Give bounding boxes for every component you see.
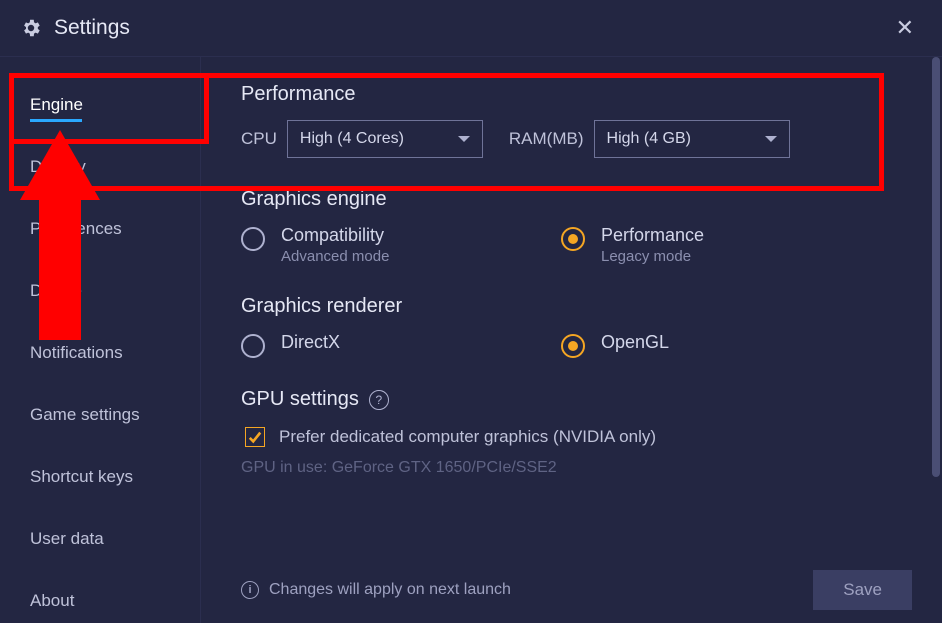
sidebar-item-about[interactable]: About xyxy=(0,581,200,621)
radio-icon xyxy=(561,334,585,358)
radio-label: Performance xyxy=(601,225,704,246)
sidebar-item-user-data[interactable]: User data xyxy=(0,519,200,559)
radio-label: OpenGL xyxy=(601,332,669,353)
sidebar-item-display[interactable]: Display xyxy=(0,147,200,187)
performance-title: Performance xyxy=(241,83,912,106)
help-icon[interactable]: ? xyxy=(369,390,389,410)
close-icon[interactable]: ✕ xyxy=(888,11,922,45)
radio-icon xyxy=(561,227,585,251)
gear-icon xyxy=(20,17,42,39)
active-underline xyxy=(30,119,82,122)
gpu-checkbox-label: Prefer dedicated computer graphics (NVID… xyxy=(279,427,656,447)
ram-select[interactable]: High (4 GB) xyxy=(594,120,790,158)
radio-sublabel: Legacy mode xyxy=(601,248,704,265)
radio-label: Compatibility xyxy=(281,225,389,246)
gpu-in-use: GPU in use: GeForce GTX 1650/PCIe/SSE2 xyxy=(241,459,912,477)
graphics-renderer-title: Graphics renderer xyxy=(241,295,912,318)
ram-value: High (4 GB) xyxy=(607,130,691,148)
window-title: Settings xyxy=(54,16,130,40)
ram-label: RAM(MB) xyxy=(509,129,584,149)
radio-performance[interactable]: Performance Legacy mode xyxy=(561,225,881,265)
radio-icon xyxy=(241,334,265,358)
save-button[interactable]: Save xyxy=(813,570,912,610)
sidebar-item-shortcut-keys[interactable]: Shortcut keys xyxy=(0,457,200,497)
radio-opengl[interactable]: OpenGL xyxy=(561,332,881,358)
radio-compatibility[interactable]: Compatibility Advanced mode xyxy=(241,225,561,265)
sidebar-item-preferences[interactable]: Preferences xyxy=(0,209,200,249)
sidebar-item-game-settings[interactable]: Game settings xyxy=(0,395,200,435)
footer-note: Changes will apply on next launch xyxy=(269,581,511,599)
gpu-checkbox[interactable] xyxy=(245,427,265,447)
scrollbar[interactable] xyxy=(932,57,940,477)
sidebar: Engine Display Preferences Device Notifi… xyxy=(0,57,201,623)
sidebar-item-notifications[interactable]: Notifications xyxy=(0,333,200,373)
radio-label: DirectX xyxy=(281,332,340,353)
cpu-label: CPU xyxy=(241,129,277,149)
titlebar: Settings ✕ xyxy=(0,0,942,57)
cpu-select[interactable]: High (4 Cores) xyxy=(287,120,483,158)
check-icon xyxy=(248,430,262,444)
radio-sublabel: Advanced mode xyxy=(281,248,389,265)
radio-icon xyxy=(241,227,265,251)
sidebar-item-device[interactable]: Device xyxy=(0,271,200,311)
main-panel: Performance CPU High (4 Cores) RAM(MB) H… xyxy=(201,57,942,623)
cpu-value: High (4 Cores) xyxy=(300,130,404,148)
radio-directx[interactable]: DirectX xyxy=(241,332,561,358)
graphics-engine-title: Graphics engine xyxy=(241,188,912,211)
chevron-down-icon xyxy=(458,136,470,142)
gpu-title: GPU settings xyxy=(241,388,359,411)
footer: i Changes will apply on next launch Save xyxy=(241,570,912,610)
info-icon: i xyxy=(241,581,259,599)
chevron-down-icon xyxy=(765,136,777,142)
